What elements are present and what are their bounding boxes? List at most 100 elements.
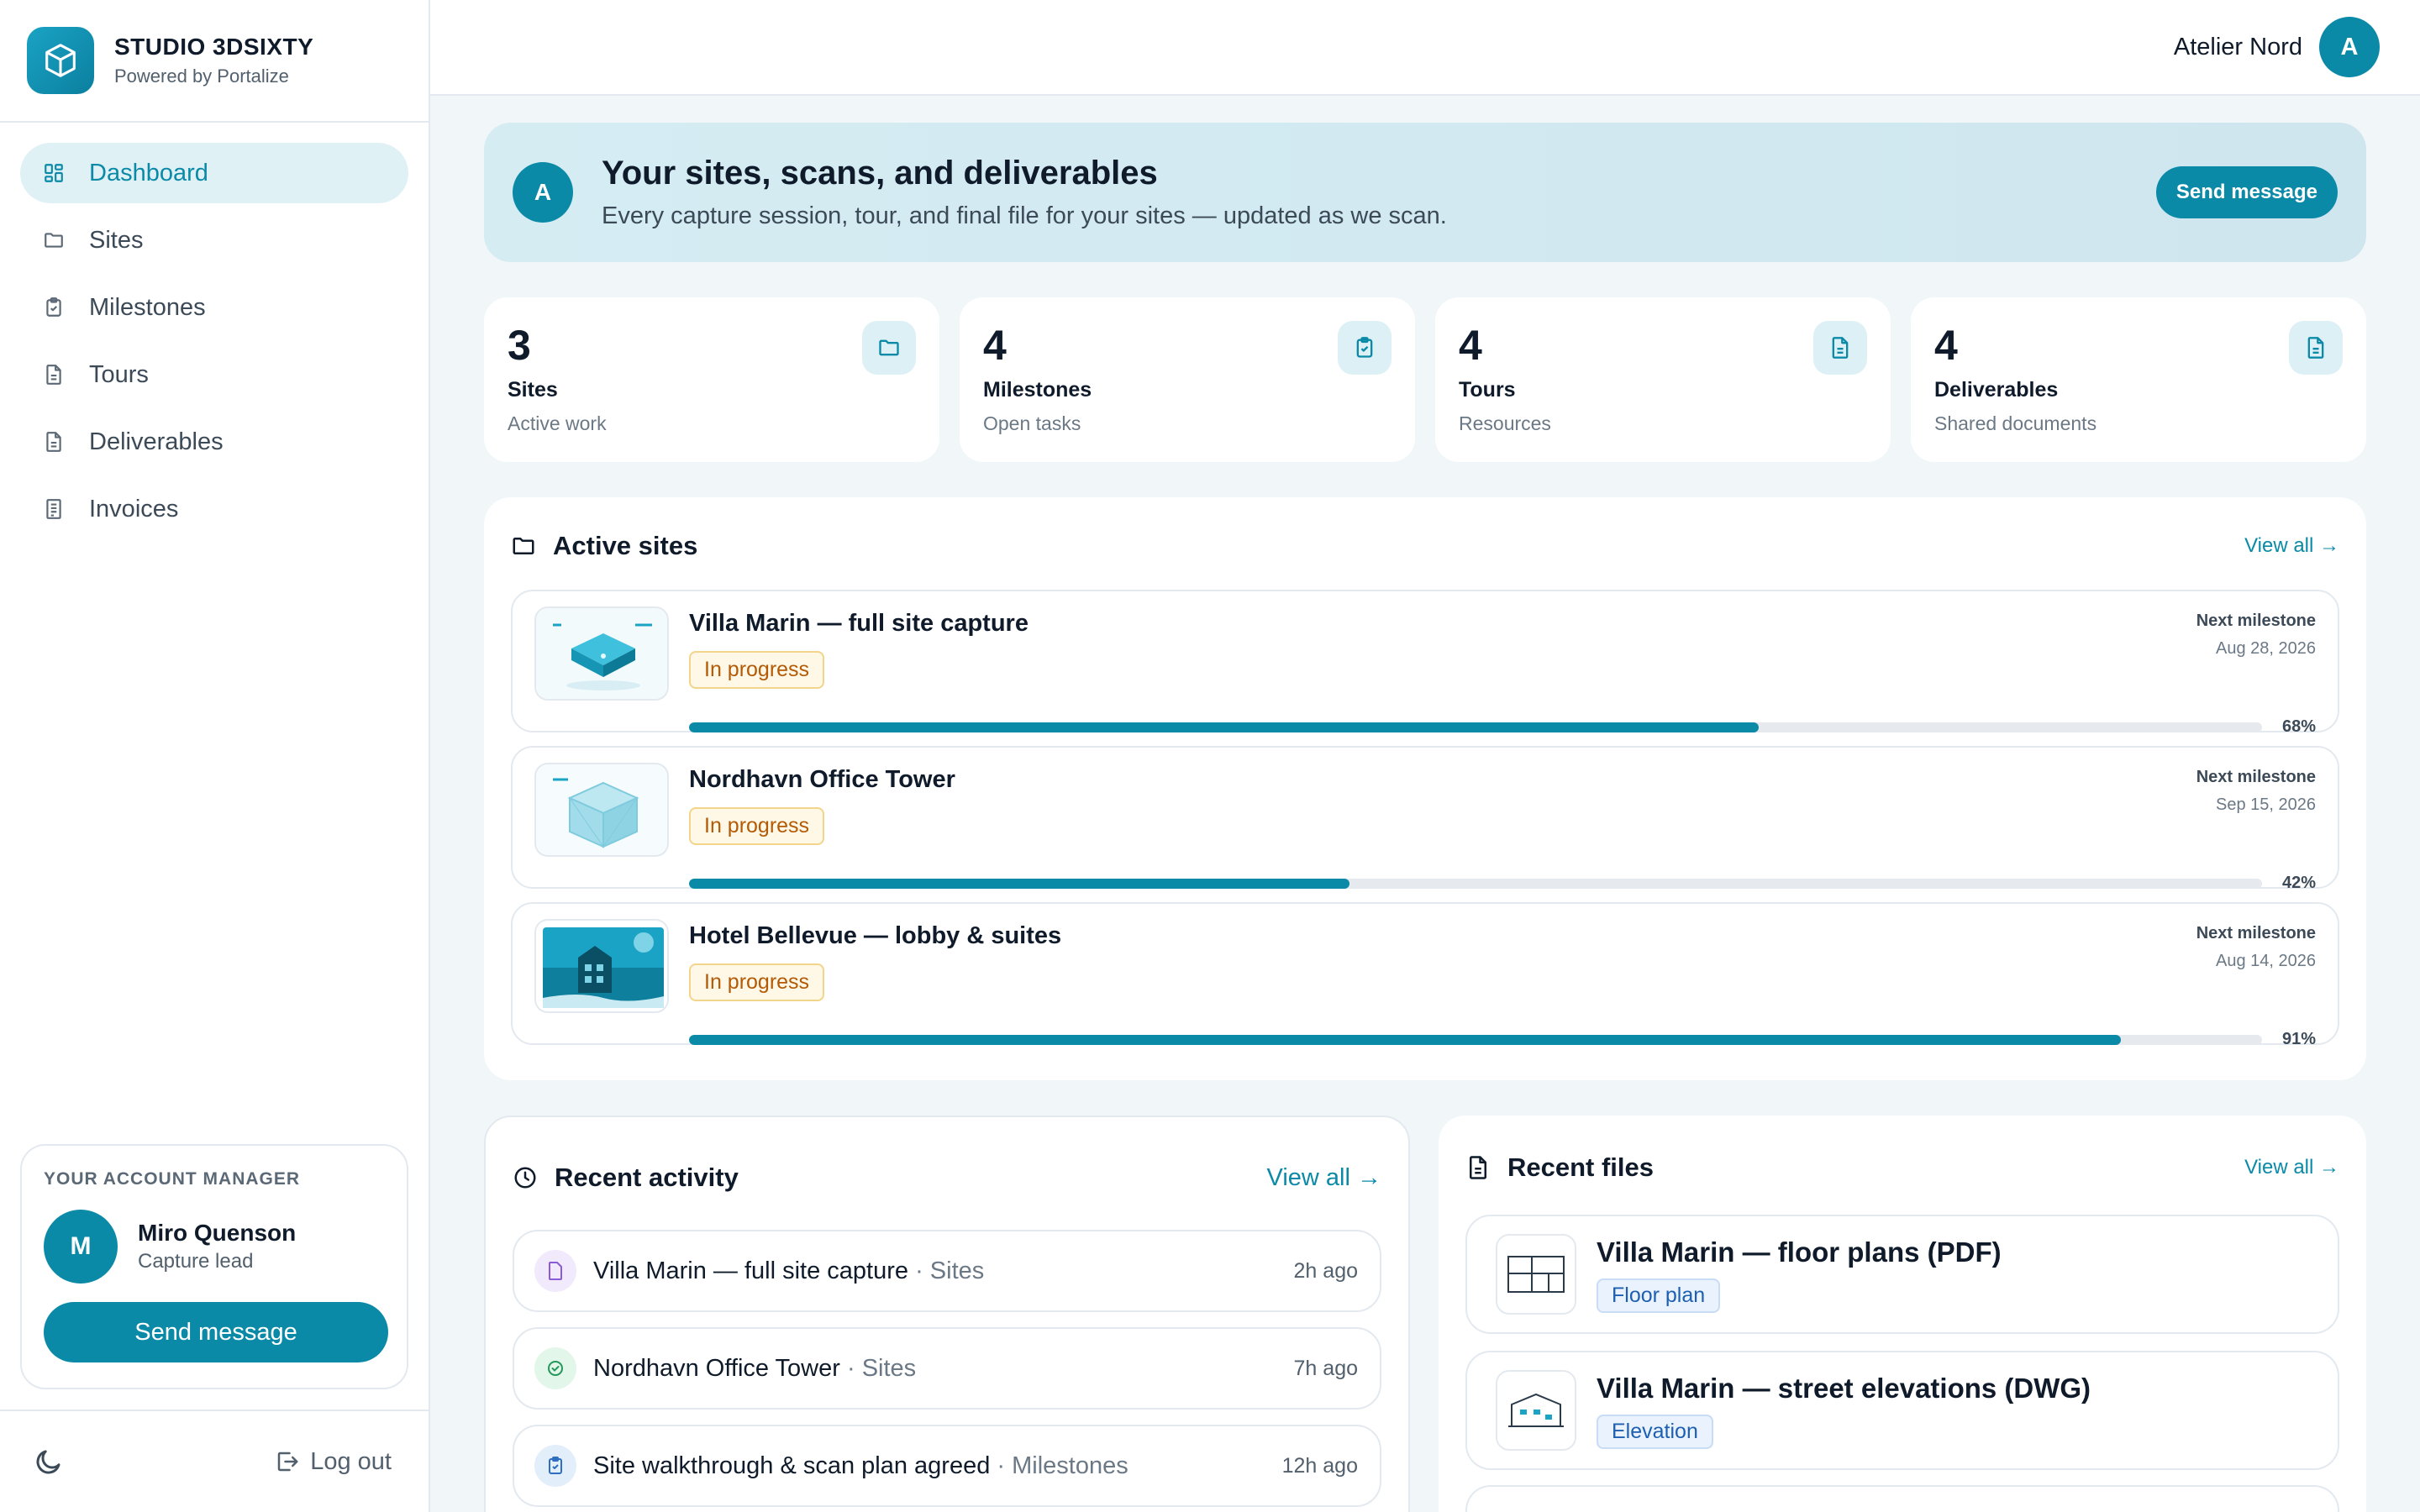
progress-percent: 42% (2281, 874, 2316, 892)
folder-icon (42, 228, 66, 252)
next-milestone-label: Next milestone (2196, 768, 2316, 786)
activity-time: 7h ago (1293, 1356, 1358, 1380)
clipboard-check-icon (1338, 321, 1392, 375)
file-type-tag: Floor plan (1597, 1278, 1721, 1313)
site-name: Nordhavn Office Tower (689, 766, 955, 793)
stat-value: 4 (1934, 322, 1958, 369)
sidebar-item-label: Invoices (89, 495, 179, 522)
view-all-files-link[interactable]: View all → (2244, 1156, 2339, 1179)
list-item[interactable]: Site walkthrough & scan plan agreed · Mi… (513, 1425, 1381, 1507)
document-icon (2289, 321, 2343, 375)
stat-card-milestones[interactable]: 4 Milestones Open tasks (960, 297, 1415, 462)
welcome-banner: A Your sites, scans, and deliverables Ev… (484, 123, 2366, 262)
progress-bar (689, 878, 2262, 889)
stat-value: 3 (508, 322, 531, 369)
document-icon (1813, 321, 1867, 375)
stat-subtitle: Resources (1459, 412, 1551, 434)
page-subtitle: Every capture session, tour, and final f… (602, 202, 1447, 229)
stat-card-sites[interactable]: 3 Sites Active work (484, 297, 939, 462)
sidebar: STUDIO 3DSIXTY Powered by Portalize Dash… (0, 0, 430, 1512)
sidebar-item-label: Sites (89, 226, 144, 254)
panel-title: Recent activity (555, 1163, 739, 1192)
sidebar-item-sites[interactable]: Sites (20, 210, 408, 270)
recent-files-panel: Recent files View all → Villa Marin — fl… (1439, 1116, 2366, 1512)
site-card[interactable]: Villa Marin — full site capture In progr… (511, 590, 2339, 736)
file-item[interactable]: Villa Marin — street elevations (DWG) El… (1465, 1351, 2339, 1470)
progress-percent: 91% (2281, 1030, 2316, 1048)
sidebar-item-tours[interactable]: Tours (20, 344, 408, 405)
next-milestone-date: Aug 14, 2026 (2216, 952, 2316, 970)
file-name: Villa Marin — street elevations (DWG) (1597, 1372, 2091, 1404)
document-icon (42, 363, 66, 386)
stat-title: Deliverables (1934, 378, 2059, 402)
stat-subtitle: Shared documents (1934, 412, 2097, 434)
sidebar-item-dashboard[interactable]: Dashboard (20, 143, 408, 203)
stat-subtitle: Active work (508, 412, 607, 434)
site-thumbnail (534, 763, 669, 857)
progress-bar (689, 1034, 2262, 1045)
cube-logo-icon (27, 27, 94, 94)
next-milestone-label: Next milestone (2196, 924, 2316, 942)
status-badge: In progress (689, 963, 825, 1001)
sidebar-item-label: Milestones (89, 293, 206, 321)
send-message-button[interactable]: Send message (2155, 166, 2338, 218)
site-card[interactable]: Hotel Bellevue — lobby & suites In progr… (511, 902, 2339, 1048)
activity-title: Villa Marin — full site capture (593, 1257, 909, 1284)
logout-icon (275, 1449, 300, 1474)
moon-icon[interactable] (34, 1446, 64, 1477)
site-card[interactable]: Nordhavn Office Tower In progress Next m… (511, 746, 2339, 892)
floor-plan-icon (1496, 1234, 1576, 1315)
elevation-icon (1496, 1370, 1576, 1451)
brand: STUDIO 3DSIXTY Powered by Portalize (0, 0, 429, 123)
list-item[interactable]: Villa Marin — full site capture · Sites … (513, 1230, 1381, 1312)
logout-button[interactable]: Log out (275, 1448, 392, 1476)
send-message-button[interactable]: Send message (44, 1302, 388, 1362)
document-icon (1465, 1155, 1491, 1180)
stat-title: Milestones (983, 378, 1092, 402)
folder-icon (862, 321, 916, 375)
brand-subtitle: Powered by Portalize (114, 66, 289, 87)
next-milestone-date: Aug 28, 2026 (2216, 639, 2316, 658)
file-name: Villa Marin — floor plans (PDF) (1597, 1236, 2002, 1268)
account-manager-card: YOUR ACCOUNT MANAGER M Miro Quenson Capt… (20, 1144, 408, 1389)
status-badge: In progress (689, 807, 825, 845)
stat-card-deliverables[interactable]: 4 Deliverables Shared documents (1911, 297, 2366, 462)
next-milestone-label: Next milestone (2196, 612, 2316, 630)
document-icon (534, 1250, 576, 1292)
page-title: Your sites, scans, and deliverables (602, 155, 1158, 192)
list-item[interactable]: Nordhavn Office Tower · Sites 7h ago (513, 1327, 1381, 1410)
stat-title: Sites (508, 378, 558, 402)
sidebar-item-label: Dashboard (89, 159, 208, 186)
progress-fill (689, 722, 1759, 732)
sidebar-item-deliverables[interactable]: Deliverables (20, 412, 408, 472)
next-milestone-date: Sep 15, 2026 (2216, 795, 2316, 814)
org-name: Atelier Nord (2173, 33, 2302, 60)
main-content: A Your sites, scans, and deliverables Ev… (484, 123, 2366, 1512)
recent-activity-panel: Recent activity View all → Villa Marin —… (484, 1116, 1410, 1512)
activity-title: Nordhavn Office Tower (593, 1354, 840, 1382)
top-bar: Atelier Nord A (430, 0, 2420, 96)
site-thumbnail (534, 606, 669, 701)
activity-time: 12h ago (1281, 1453, 1358, 1478)
folder-icon (511, 533, 536, 559)
progress-fill (689, 1034, 2121, 1045)
avatar[interactable]: A (2319, 17, 2380, 77)
receipt-icon (42, 497, 66, 521)
sidebar-item-milestones[interactable]: Milestones (20, 277, 408, 338)
stat-card-tours[interactable]: 4 Tours Resources (1435, 297, 1891, 462)
file-item[interactable] (1465, 1485, 2339, 1512)
sidebar-item-invoices[interactable]: Invoices (20, 479, 408, 539)
file-item[interactable]: Villa Marin — floor plans (PDF) Floor pl… (1465, 1215, 2339, 1334)
logout-label: Log out (310, 1447, 392, 1475)
activity-time: 2h ago (1293, 1258, 1358, 1283)
view-all-activity-link[interactable]: View all → (1267, 1164, 1381, 1192)
sidebar-footer: Log out (0, 1410, 429, 1512)
account-manager-label: YOUR ACCOUNT MANAGER (44, 1169, 301, 1189)
grid-icon (42, 161, 66, 185)
panel-title: Recent files (1507, 1152, 1655, 1182)
site-thumbnail (534, 919, 669, 1013)
clock-icon (513, 1165, 538, 1190)
account-manager-role: Capture lead (138, 1250, 254, 1273)
stat-value: 4 (983, 322, 1007, 369)
view-all-sites-link[interactable]: View all → (2244, 534, 2339, 558)
